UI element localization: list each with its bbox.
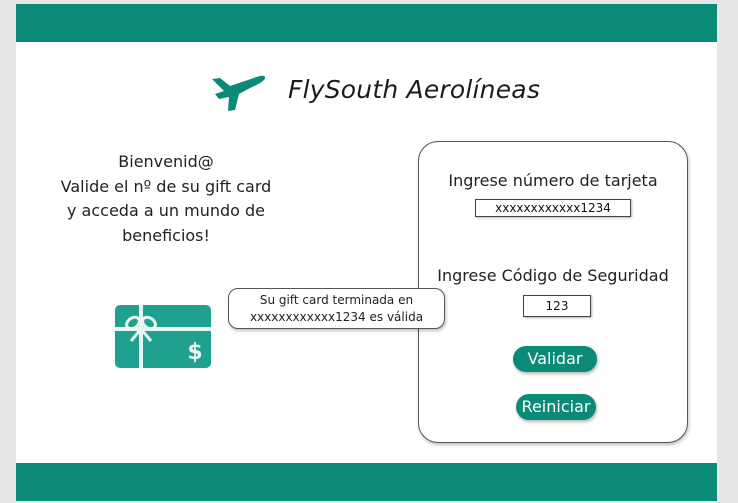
welcome-line: Bienvenid@ [118, 152, 214, 171]
dollar-sign: $ [187, 340, 202, 365]
gift-card-icon: $ [115, 305, 211, 368]
brand: FlySouth Aerolíneas [208, 66, 540, 112]
card-number-label: Ingrese número de tarjeta [448, 171, 658, 190]
reset-button[interactable]: Reiniciar [516, 394, 596, 420]
validation-form: Ingrese número de tarjeta Ingrese Código… [418, 141, 688, 443]
footer-bar [16, 463, 717, 501]
welcome-line: y acceda a un mundo de [67, 201, 265, 220]
security-code-input[interactable] [523, 295, 591, 317]
toast-line: xxxxxxxxxxxx1234 es válida [249, 310, 424, 324]
validate-button[interactable]: Validar [513, 346, 597, 372]
security-code-label: Ingrese Código de Seguridad [437, 266, 669, 285]
welcome-text: Bienvenid@ Valide el nº de su gift card … [56, 150, 276, 248]
app-frame: FlySouth Aerolíneas Bienvenid@ Valide el… [16, 4, 717, 501]
brand-title: FlySouth Aerolíneas [288, 74, 541, 104]
header-bar [16, 4, 717, 42]
airplane-icon [212, 75, 266, 111]
welcome-line: Valide el nº de su gift card [60, 176, 272, 196]
card-number-input[interactable] [475, 199, 631, 217]
toast-line: Su gift card terminada en [259, 293, 414, 307]
welcome-line: beneficios! [122, 225, 210, 245]
validation-toast: Su gift card terminada en xxxxxxxxxxxx12… [228, 288, 445, 329]
